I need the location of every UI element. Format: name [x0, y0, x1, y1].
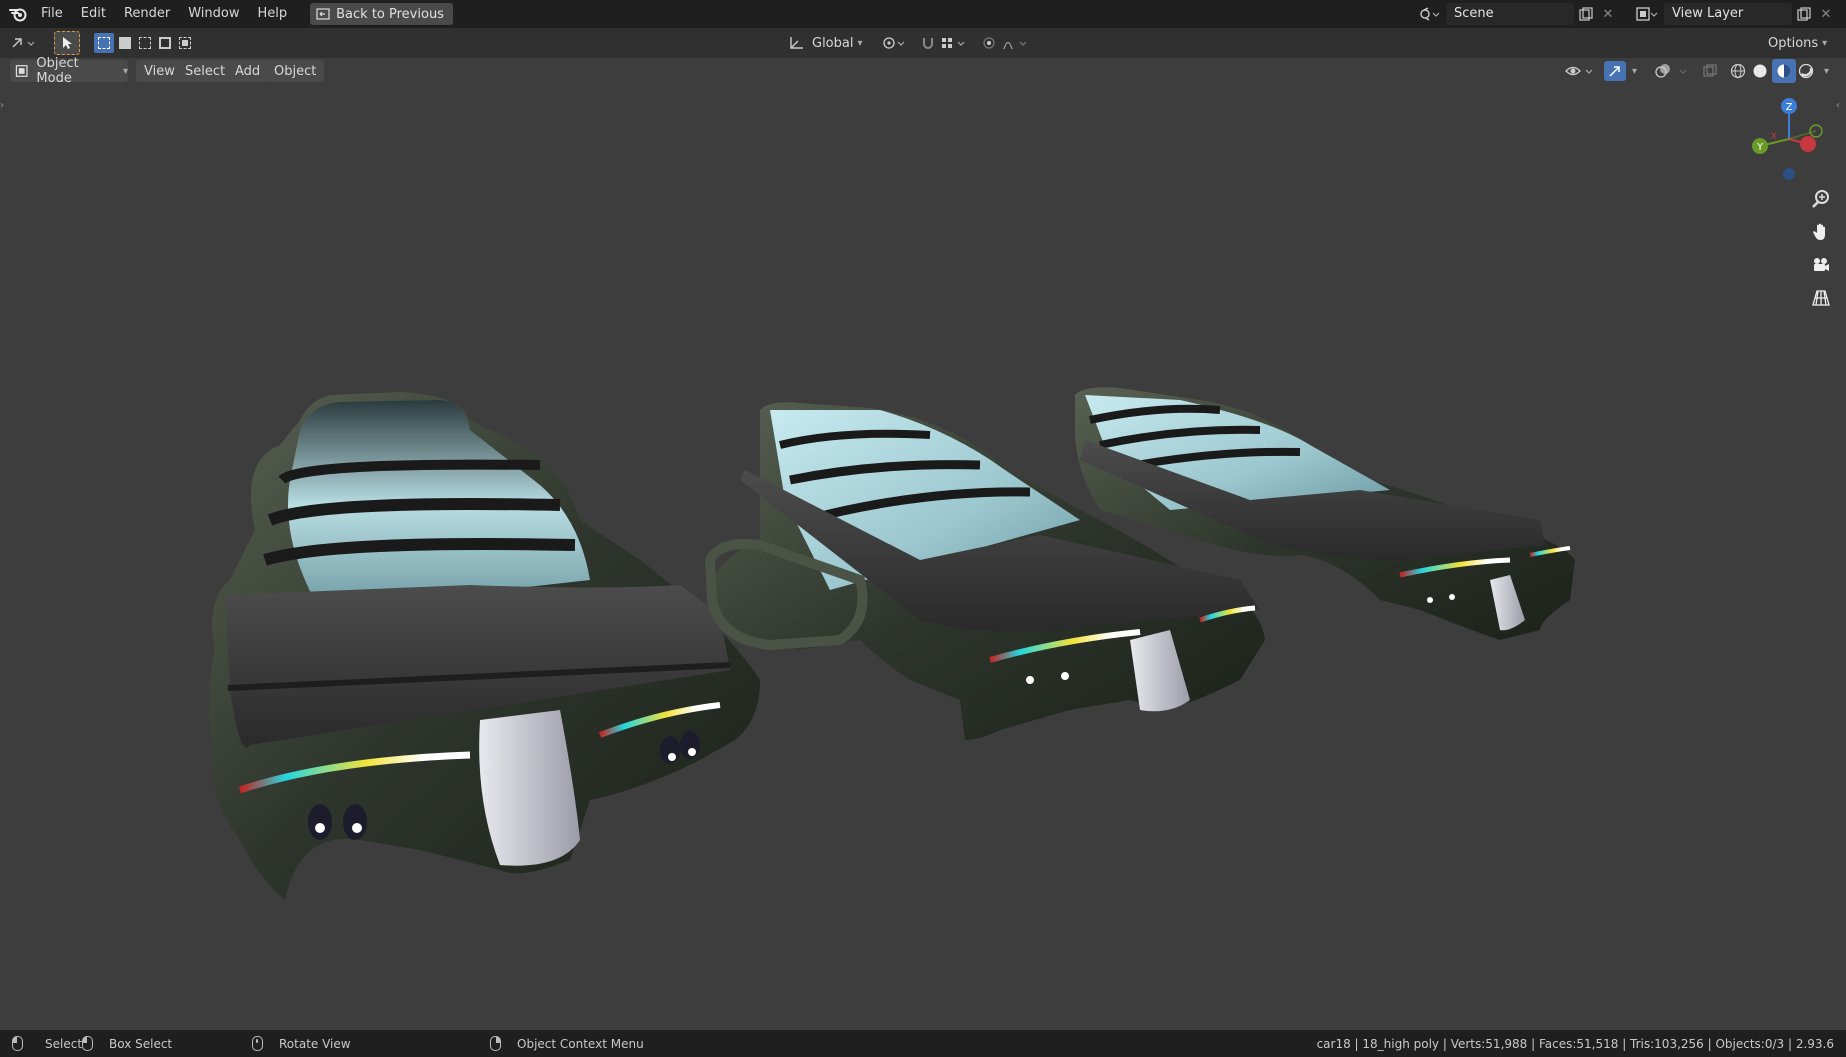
snap-icon[interactable]: [920, 32, 976, 54]
object-mode-icon: [15, 65, 28, 77]
menu-window[interactable]: Window: [179, 0, 248, 28]
select-subtract-icon[interactable]: [135, 33, 155, 53]
car-model-1[interactable]: [209, 392, 760, 900]
menu-help[interactable]: Help: [249, 0, 297, 28]
view-layer-icon[interactable]: [1630, 3, 1664, 25]
xray-icon[interactable]: [1702, 60, 1724, 82]
transform-orientation-label: Global: [812, 35, 854, 51]
menu-file[interactable]: File: [32, 0, 72, 28]
wireframe-shading-icon[interactable]: [1730, 60, 1752, 82]
new-scene-icon[interactable]: [1574, 3, 1598, 25]
shading-options-icon[interactable]: ▾: [1820, 60, 1836, 82]
options-label: Options: [1768, 35, 1819, 51]
view-menu[interactable]: View: [136, 60, 183, 82]
chevron-down-icon: ▾: [1824, 65, 1830, 77]
mouse-left-drag-icon: [82, 1036, 93, 1051]
viewport-scene[interactable]: [0, 84, 1846, 1030]
add-menu-label: Add: [235, 63, 261, 79]
status-select: Select: [12, 1036, 82, 1051]
scene-icon[interactable]: [1412, 3, 1446, 25]
chevron-down-icon: ▾: [857, 37, 863, 49]
transform-orientation-dropdown[interactable]: Global ▾: [788, 32, 872, 54]
status-context-menu-label: Object Context Menu: [517, 1036, 644, 1051]
options-dropdown[interactable]: Options ▾: [1768, 32, 1838, 54]
chevron-down-icon: ▾: [1632, 65, 1638, 77]
mode-label: Object Mode: [36, 56, 79, 86]
pivot-icon[interactable]: [882, 32, 912, 54]
select-mode-set[interactable]: [94, 32, 200, 54]
solid-shading-icon[interactable]: [1752, 60, 1774, 82]
select-menu-label: Select: [185, 63, 226, 79]
gizmo-neg-z-icon[interactable]: [1783, 168, 1795, 180]
status-rotate-view-label: Rotate View: [279, 1036, 351, 1051]
select-menu[interactable]: Select: [177, 60, 234, 82]
menu-edit[interactable]: Edit: [72, 0, 115, 28]
visibility-icon[interactable]: [1564, 60, 1598, 82]
gizmo-y-label: Y: [1756, 142, 1764, 153]
gizmo-x-axis-icon[interactable]: [1800, 136, 1816, 152]
viewport-header: Object Mode ▾ View Select Add Object ▾ ▾: [0, 56, 1846, 86]
gizmo-z-label: Z: [1786, 102, 1793, 113]
proportional-edit-icon[interactable]: [980, 32, 1036, 54]
transform-orientation-icon: [790, 37, 803, 49]
blender-logo-icon[interactable]: [4, 0, 32, 28]
view-menu-label: View: [144, 63, 175, 79]
mouse-right-icon: [490, 1036, 501, 1051]
editor-type-icon[interactable]: [10, 32, 42, 54]
chevron-down-icon: ▾: [122, 65, 128, 77]
select-invert-icon[interactable]: [155, 33, 175, 53]
gizmo-x-label: X: [1771, 132, 1777, 142]
close-icon[interactable]: ✕: [1598, 3, 1618, 25]
add-menu[interactable]: Add: [227, 60, 269, 82]
camera-view-icon[interactable]: [1806, 250, 1836, 280]
view-layer-name-field[interactable]: View Layer: [1664, 3, 1792, 25]
mouse-middle-icon: [252, 1036, 263, 1051]
object-menu-label: Object: [274, 63, 317, 79]
select-new-icon[interactable]: [94, 33, 114, 53]
new-view-layer-icon[interactable]: [1792, 3, 1816, 25]
status-rotate-view: Rotate View: [252, 1036, 351, 1051]
status-box-select: Box Select: [82, 1036, 172, 1051]
3d-viewport[interactable]: Z Y X: [0, 84, 1846, 1030]
status-bar: Select Box Select Rotate View Object Con…: [0, 1030, 1846, 1057]
scene-name-field[interactable]: Scene: [1446, 3, 1574, 25]
mode-dropdown[interactable]: Object Mode ▾: [10, 56, 128, 86]
pan-hand-icon[interactable]: [1806, 217, 1836, 247]
grid-perspective-icon[interactable]: [1806, 283, 1836, 313]
mouse-left-icon: [12, 1036, 23, 1051]
chevron-down-icon: ▾: [1822, 37, 1828, 49]
top-menu-bar: File Edit Render Window Help Back to Pre…: [0, 0, 1846, 28]
object-menu[interactable]: Object: [266, 60, 325, 82]
rendered-shading-icon[interactable]: [1798, 60, 1820, 82]
status-box-select-label: Box Select: [109, 1036, 173, 1051]
select-intersect-icon[interactable]: [175, 33, 195, 53]
select-tool-icon[interactable]: [54, 31, 80, 55]
overlay-icon[interactable]: [1654, 60, 1698, 82]
menu-render[interactable]: Render: [115, 0, 179, 28]
material-shading-icon[interactable]: [1772, 59, 1796, 83]
back-icon: [316, 8, 330, 20]
scene-statistics: car18 | 18_high poly | Verts:51,988 | Fa…: [1316, 1036, 1834, 1051]
zoom-icon[interactable]: [1806, 184, 1836, 214]
navigation-gizmo[interactable]: Z Y X: [1744, 94, 1834, 184]
gizmo-icon[interactable]: ▾: [1604, 60, 1648, 82]
status-context-menu: Object Context Menu: [490, 1036, 644, 1051]
back-to-previous-label: Back to Previous: [336, 6, 444, 22]
status-select-label: Select: [45, 1036, 83, 1051]
tool-header: Global ▾ Options ▾: [0, 28, 1846, 58]
close-view-layer-icon[interactable]: ✕: [1816, 3, 1836, 25]
select-extend-icon[interactable]: [115, 33, 135, 53]
back-to-previous-button[interactable]: Back to Previous: [310, 3, 453, 25]
